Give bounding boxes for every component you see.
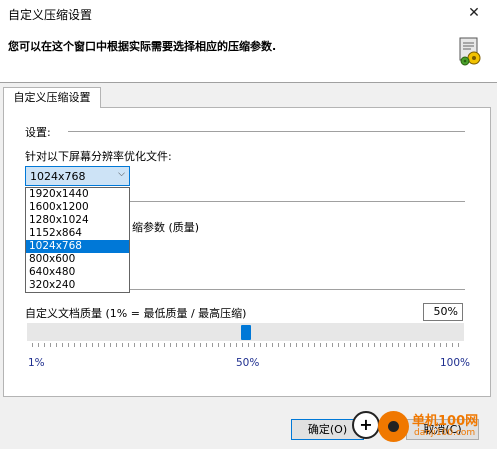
section-divider: [130, 201, 465, 202]
watermark-text: 单机100网: [412, 414, 479, 429]
resolution-selected-value: 1024x768: [30, 170, 86, 183]
slider-tick-marks: [32, 343, 460, 347]
resolution-option[interactable]: 1152x864: [26, 227, 129, 240]
watermark-url: danji100.com: [414, 428, 476, 438]
compression-params-label: 缩参数 (质量): [132, 221, 200, 234]
quality-divider: [130, 289, 465, 290]
header-description: 您可以在这个窗口中根据实际需要选择相应的压缩参数.: [8, 40, 277, 53]
settings-divider: [68, 131, 465, 132]
watermark-logo-icon: [378, 411, 409, 442]
resolution-option[interactable]: 1280x1024: [26, 214, 129, 227]
resolution-select[interactable]: 1024x768 ⌵: [25, 166, 130, 186]
scale-max-label: 100%: [440, 357, 471, 369]
resolution-option[interactable]: 800x600: [26, 253, 129, 266]
resolution-dropdown-list: 1920x1440 1600x1200 1280x1024 1152x864 1…: [25, 187, 130, 293]
resolution-label: 针对以下屏幕分辨率优化文件:: [25, 150, 172, 163]
compression-settings-dialog: 自定义压缩设置 ✕ 您可以在这个窗口中根据实际需要选择相应的压缩参数. 自定义压…: [0, 0, 497, 449]
title-bar: 自定义压缩设置 ✕: [0, 0, 497, 26]
watermark-plus-icon: +: [352, 411, 380, 439]
resolution-option[interactable]: 1920x1440: [26, 188, 129, 201]
quality-label: 自定义文档质量 (1% = 最低质量 / 最高压缩): [25, 307, 247, 320]
resolution-option[interactable]: 640x480: [26, 266, 129, 279]
quality-value-field[interactable]: 50%: [423, 303, 463, 321]
dialog-header: 您可以在这个窗口中根据实际需要选择相应的压缩参数.: [0, 26, 497, 83]
close-icon[interactable]: ✕: [451, 0, 497, 26]
resolution-option-selected[interactable]: 1024x768: [26, 240, 129, 253]
settings-group-label: 设置:: [25, 126, 51, 139]
quality-slider-thumb[interactable]: [240, 325, 251, 340]
resolution-option[interactable]: 320x240: [26, 279, 129, 292]
tab-custom-compression[interactable]: 自定义压缩设置: [3, 87, 101, 108]
scale-min-label: 1%: [28, 357, 45, 369]
chevron-down-icon[interactable]: ⌵: [118, 169, 125, 179]
window-title: 自定义压缩设置: [8, 8, 93, 22]
settings-gear-icon: [459, 37, 481, 66]
resolution-option[interactable]: 1600x1200: [26, 201, 129, 214]
scale-mid-label: 50%: [236, 357, 260, 369]
